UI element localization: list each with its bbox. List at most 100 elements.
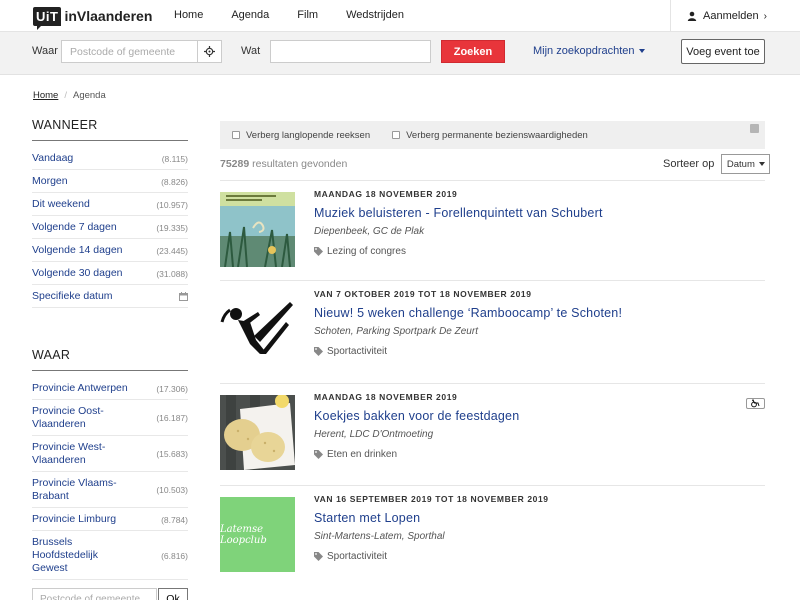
event-category: Eten en drinken xyxy=(314,449,734,460)
event-category-label: Sportactiviteit xyxy=(327,346,388,357)
where-list: Provincie Antwerpen (17.306) Provincie Oo… xyxy=(32,377,188,580)
when-count: (19.335) xyxy=(156,222,188,233)
breadcrumb: Home / Agenda xyxy=(33,90,106,101)
where-item-oost-vlaanderen[interactable]: Provincie Oost-Vlaanderen (16.187) xyxy=(32,400,188,436)
hide-long-series-option[interactable]: Verberg langlopende reeksen xyxy=(232,130,370,141)
event-thumbnail[interactable]: Latemse Loopclub xyxy=(220,497,295,572)
when-label: Dit weekend xyxy=(32,198,90,210)
when-label: Morgen xyxy=(32,175,68,187)
event-date: VAN 7 OKTOBER 2019 TOT 18 NOVEMBER 2019 xyxy=(314,289,532,299)
breadcrumb-home[interactable]: Home xyxy=(33,90,58,101)
event-date: MAANDAG 18 NOVEMBER 2019 xyxy=(314,392,458,402)
event-thumbnail[interactable] xyxy=(220,292,295,367)
when-list: Vandaag (8.115) Morgen (8.826) Dit weekend… xyxy=(32,147,188,308)
event-location: Schoten, Parking Sportpark De Zeurt xyxy=(314,326,478,337)
where-count: (8.784) xyxy=(161,514,188,525)
event-date: VAN 16 SEPTEMBER 2019 TOT 18 NOVEMBER 20… xyxy=(314,494,549,504)
where-item-brussels[interactable]: Brussels Hoofdstedelijk Gewest (6.816) xyxy=(32,531,188,580)
where-heading: WAAR xyxy=(32,348,188,371)
when-item-14-days[interactable]: Volgende 14 dagen (23.445) xyxy=(32,239,188,262)
event-category-label: Lezing of congres xyxy=(327,246,406,257)
event-item: MAANDAG 18 NOVEMBER 2019 Koekjes bakken … xyxy=(220,383,765,486)
chevron-right-icon: › xyxy=(763,10,767,22)
where-item-antwerpen[interactable]: Provincie Antwerpen (17.306) xyxy=(32,377,188,400)
where-item-west-vlaanderen[interactable]: Provincie West-Vlaanderen (15.683) xyxy=(32,436,188,472)
when-item-today[interactable]: Vandaag (8.115) xyxy=(32,147,188,170)
breadcrumb-separator: / xyxy=(64,90,67,101)
event-title[interactable]: Nieuw! 5 weken challenge ‘Ramboocamp’ te… xyxy=(314,306,734,320)
event-title[interactable]: Koekjes bakken voor de feestdagen xyxy=(314,409,734,423)
search-bar: Waar Wat Zoeken Mijn zoekopdrachten Voeg… xyxy=(0,32,800,75)
when-item-specific-date[interactable]: Specifieke datum xyxy=(32,285,188,308)
main-menu: Home Agenda Film Wedstrijden xyxy=(160,0,418,32)
login-button[interactable]: Aanmelden › xyxy=(670,0,800,32)
when-label: Volgende 14 dagen xyxy=(32,244,123,256)
when-item-7-days[interactable]: Volgende 7 dagen (19.335) xyxy=(32,216,188,239)
hide-long-series-checkbox[interactable] xyxy=(232,131,240,139)
calendar-icon xyxy=(179,292,188,301)
add-event-button[interactable]: Voeg event toe xyxy=(681,39,765,64)
top-navigation: UiT inVlaanderen Home Agenda Film Wedstr… xyxy=(0,0,800,32)
fitness-silhouette-image xyxy=(220,292,295,367)
event-item: Latemse Loopclub VAN 16 SEPTEMBER 2019 T… xyxy=(220,485,765,588)
when-item-tomorrow[interactable]: Morgen (8.826) xyxy=(32,170,188,193)
nav-agenda[interactable]: Agenda xyxy=(217,0,283,32)
event-item: MAANDAG 18 NOVEMBER 2019 Muziek beluiste… xyxy=(220,180,765,283)
event-thumbnail[interactable] xyxy=(220,395,295,470)
tag-icon xyxy=(314,347,323,356)
event-thumbnail[interactable] xyxy=(220,192,295,267)
where-label: Provincie Limburg xyxy=(32,513,117,525)
when-label: Volgende 7 dagen xyxy=(32,221,117,233)
event-location: Diepenbeek, GC de Plak xyxy=(314,226,425,237)
event-info: VAN 7 OKTOBER 2019 TOT 18 NOVEMBER 2019 … xyxy=(314,289,734,357)
event-category: Lezing of congres xyxy=(314,246,734,257)
when-count: (10.957) xyxy=(156,199,188,210)
locate-button[interactable] xyxy=(197,40,222,63)
sort-label: Sorteer op xyxy=(663,158,715,170)
postcode-input[interactable] xyxy=(32,588,157,600)
event-category: Sportactiviteit xyxy=(314,346,734,357)
logo-mark: UiT xyxy=(33,6,62,30)
what-label: Wat xyxy=(241,45,261,57)
my-searches-dropdown[interactable]: Mijn zoekopdrachten xyxy=(533,45,645,57)
results-label: resultaten gevonden xyxy=(252,158,348,170)
search-button[interactable]: Zoeken xyxy=(441,40,505,63)
rss-icon[interactable] xyxy=(750,124,759,133)
user-icon xyxy=(687,11,697,21)
hide-permanent-option[interactable]: Verberg permanente bezienswaardigheden xyxy=(392,130,588,141)
ok-button[interactable]: Ok xyxy=(158,588,188,600)
tag-icon xyxy=(314,450,323,459)
uit-logo[interactable]: UiT inVlaanderen xyxy=(33,6,152,30)
where-count: (16.187) xyxy=(156,413,188,423)
nav-film[interactable]: Film xyxy=(283,0,332,32)
nav-home[interactable]: Home xyxy=(160,0,217,32)
results-filter-bar: Verberg langlopende reeksen Verberg perm… xyxy=(220,121,765,149)
when-count: (31.088) xyxy=(156,268,188,279)
what-input[interactable] xyxy=(270,40,431,63)
sort-control: Sorteer op Datum xyxy=(663,154,771,174)
when-count: (8.115) xyxy=(161,153,188,164)
event-title[interactable]: Muziek beluisteren - Forellenquintett va… xyxy=(314,206,734,220)
event-title[interactable]: Starten met Lopen xyxy=(314,511,734,525)
breadcrumb-current: Agenda xyxy=(72,90,106,101)
when-item-weekend[interactable]: Dit weekend (10.957) xyxy=(32,193,188,216)
hide-permanent-checkbox[interactable] xyxy=(392,131,401,139)
where-input[interactable] xyxy=(61,40,198,63)
event-info: MAANDAG 18 NOVEMBER 2019 Muziek beluiste… xyxy=(314,189,734,257)
event-info: MAANDAG 18 NOVEMBER 2019 Koekjes bakken … xyxy=(314,392,734,460)
caret-down-icon xyxy=(638,49,645,54)
where-label: Provincie Vlaams-Brabant xyxy=(32,477,117,502)
when-count: (8.826) xyxy=(161,176,188,187)
where-item-vlaams-brabant[interactable]: Provincie Vlaams-Brabant (10.503) xyxy=(32,472,188,508)
sort-value: Datum xyxy=(726,158,755,170)
where-label: Provincie Antwerpen xyxy=(32,382,128,394)
event-location: Sint-Martens-Latem, Sporthal xyxy=(314,531,445,542)
nav-wedstrijden[interactable]: Wedstrijden xyxy=(332,0,418,32)
sort-select[interactable]: Datum xyxy=(721,154,771,174)
event-date: MAANDAG 18 NOVEMBER 2019 xyxy=(314,189,458,199)
results-count: 75289 resultaten gevonden xyxy=(220,158,347,170)
where-item-limburg[interactable]: Provincie Limburg (8.784) xyxy=(32,508,188,531)
when-item-30-days[interactable]: Volgende 30 dagen (31.088) xyxy=(32,262,188,285)
postcode-filter: Ok xyxy=(32,588,188,600)
when-label: Volgende 30 dagen xyxy=(32,267,123,279)
